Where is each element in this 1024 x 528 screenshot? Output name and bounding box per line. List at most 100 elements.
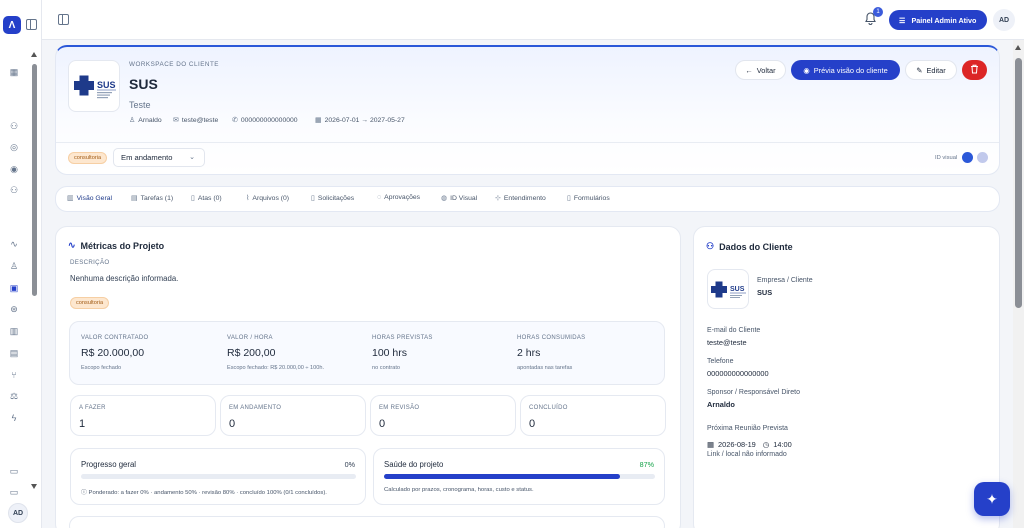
client-preview-button[interactable]: ◉ Prévia visão do cliente	[791, 60, 900, 80]
meta-person: ♙ Arnaldo	[129, 116, 162, 125]
rail-scrollbar[interactable]	[31, 52, 38, 492]
ai-assistant-button[interactable]: ✦	[974, 482, 1010, 516]
tab-understanding[interactable]: ⊹ Entendimento	[495, 194, 546, 203]
tab-label: Entendimento	[503, 194, 546, 202]
tab-overview[interactable]: ▥ Visão Geral	[67, 194, 112, 203]
tab-files[interactable]: ⌇ Arquivos (0)	[246, 194, 289, 203]
main-scrollbar[interactable]	[1013, 40, 1024, 528]
user-icon[interactable]: ♙	[9, 261, 19, 271]
app-logo[interactable]: Λ	[3, 16, 21, 34]
description-label: DESCRIÇÃO	[70, 259, 110, 266]
status-count-label: EM ANDAMENTO	[229, 405, 282, 411]
panel-toggle-icon[interactable]	[58, 14, 69, 25]
tab-forms[interactable]: ▯ Formulários	[567, 194, 610, 203]
metrics-title: ∿ Métricas do Projeto	[68, 240, 164, 251]
building-icon[interactable]: ▥	[9, 326, 19, 336]
stat-note: Escopo fechado	[81, 365, 122, 371]
status-count-label: EM REVISÃO	[379, 405, 420, 411]
tab-tasks[interactable]: ▤ Tarefas (1)	[131, 194, 174, 203]
tab-label: Tarefas (1)	[140, 194, 174, 202]
check-circle-icon: ◌	[377, 194, 382, 201]
tab-requests[interactable]: ▯ Solicitações	[311, 194, 355, 203]
users-icon[interactable]: ⚇	[9, 121, 19, 131]
bolt-icon[interactable]: ϟ	[9, 413, 19, 423]
admin-panel-button[interactable]: ☰ Painel Admin Ativo	[889, 10, 987, 30]
arrow-left-icon: ←	[745, 65, 753, 75]
form-icon: ▯	[567, 195, 571, 202]
header-divider	[56, 142, 999, 143]
palette-icon: ◍	[441, 195, 448, 202]
scroll-up-icon[interactable]	[31, 52, 37, 57]
email-value: teste@teste	[707, 338, 747, 347]
back-button-label: Voltar	[756, 65, 776, 75]
main-scroll-thumb[interactable]	[1015, 58, 1022, 308]
client-company-logo: SUS	[707, 269, 749, 309]
card-icon[interactable]: ▭	[9, 487, 19, 497]
handshake-icon[interactable]: ⊛	[9, 304, 19, 314]
company-label: Empresa / Cliente	[757, 277, 813, 284]
secondary-color-swatch[interactable]	[977, 152, 988, 163]
phone-icon: ✆	[232, 117, 238, 124]
client-subtitle: Teste	[129, 100, 151, 110]
notification-badge: 1	[873, 7, 883, 17]
tab-approvals[interactable]: ◌ Aprovações	[377, 194, 420, 201]
client-header-card: SUS WORKSPACE DO CLIENTE SUS Teste ♙ Arn…	[55, 45, 1000, 175]
back-button[interactable]: ← Voltar	[735, 60, 786, 80]
stat-value: R$ 20.000,00	[81, 347, 145, 359]
meta-phone: ✆ 000000000000000	[232, 116, 298, 125]
stat-label: HORAS PREVISTAS	[372, 335, 433, 341]
metrics-category-tag: consultoria	[70, 297, 110, 309]
tab-visual-id[interactable]: ◍ ID Visual	[441, 194, 477, 203]
meta-dates: ▦ 2026-07-01 → 2027-05-27	[315, 116, 405, 125]
project-health-percent: 87%	[639, 460, 654, 469]
trash-icon	[970, 64, 979, 76]
primary-color-swatch[interactable]	[962, 152, 973, 163]
rail-avatar[interactable]: AD	[8, 503, 28, 523]
delete-button[interactable]	[962, 60, 987, 80]
folder-icon[interactable]: ▭	[9, 466, 19, 476]
compass-icon[interactable]: ◎	[9, 142, 19, 152]
status-select[interactable]: Em andamento ⌄	[113, 148, 205, 167]
document-icon: ▯	[191, 195, 195, 202]
team-icon[interactable]: ⚇	[9, 185, 19, 195]
edit-button-label: Editar	[926, 65, 946, 75]
scale-icon[interactable]: ⚖	[9, 391, 19, 401]
status-count-value: 0	[529, 418, 536, 430]
status-count-in-progress: EM ANDAMENTO 0	[220, 395, 366, 436]
project-health-track	[384, 474, 655, 479]
logo-text: SUS	[97, 80, 116, 90]
dashboard-icon[interactable]: ▦	[9, 67, 19, 77]
target-icon[interactable]: ◉	[9, 164, 19, 174]
meta-person-text: Arnaldo	[138, 116, 162, 124]
metrics-title-text: Métricas do Projeto	[80, 240, 165, 251]
list-icon: ▤	[131, 195, 138, 202]
scroll-down-icon[interactable]	[31, 484, 37, 489]
visual-id-label: ID visual	[935, 155, 958, 161]
sidebar-collapse-icon[interactable]	[26, 19, 37, 30]
rail-scroll-thumb[interactable]	[32, 64, 37, 296]
stat-label: HORAS CONSUMIDAS	[517, 335, 586, 341]
paperclip-icon: ⌇	[246, 195, 250, 202]
scroll-up-icon[interactable]	[1015, 45, 1021, 50]
meeting-datetime: ▦ 2026-08-19 ◷ 14:00	[707, 440, 792, 449]
pencil-icon: ✎	[916, 65, 923, 75]
user-avatar[interactable]: AD	[993, 9, 1015, 31]
sponsor-value: Arnaldo	[707, 400, 735, 409]
project-health-title: Saúde do projeto	[384, 460, 444, 469]
overall-progress-note: ⓘ Ponderado: a fazer 0% · andamento 50% …	[81, 487, 327, 496]
overall-progress-box: Progresso geral 0% ⓘ Ponderado: a fazer …	[70, 448, 366, 505]
meta-email-text: teste@teste	[181, 116, 219, 124]
top-bar: 1 ☰ Painel Admin Ativo AD	[42, 0, 1024, 40]
tab-label: Solicitações	[317, 194, 355, 202]
route-icon[interactable]: ∿	[9, 239, 19, 249]
clipboard-icon: ▯	[311, 195, 315, 202]
document-icon[interactable]: ▤	[9, 348, 19, 358]
briefcase-icon[interactable]: ▣	[9, 283, 19, 293]
stat-value: 2 hrs	[517, 347, 541, 359]
tab-minutes[interactable]: ▯ Atas (0)	[191, 194, 222, 203]
eye-icon: ◉	[803, 65, 810, 75]
status-count-value: 0	[379, 418, 386, 430]
tab-label: Formulários	[573, 194, 610, 202]
edit-button[interactable]: ✎ Editar	[905, 60, 957, 80]
branch-icon[interactable]: ⑂	[9, 370, 19, 380]
